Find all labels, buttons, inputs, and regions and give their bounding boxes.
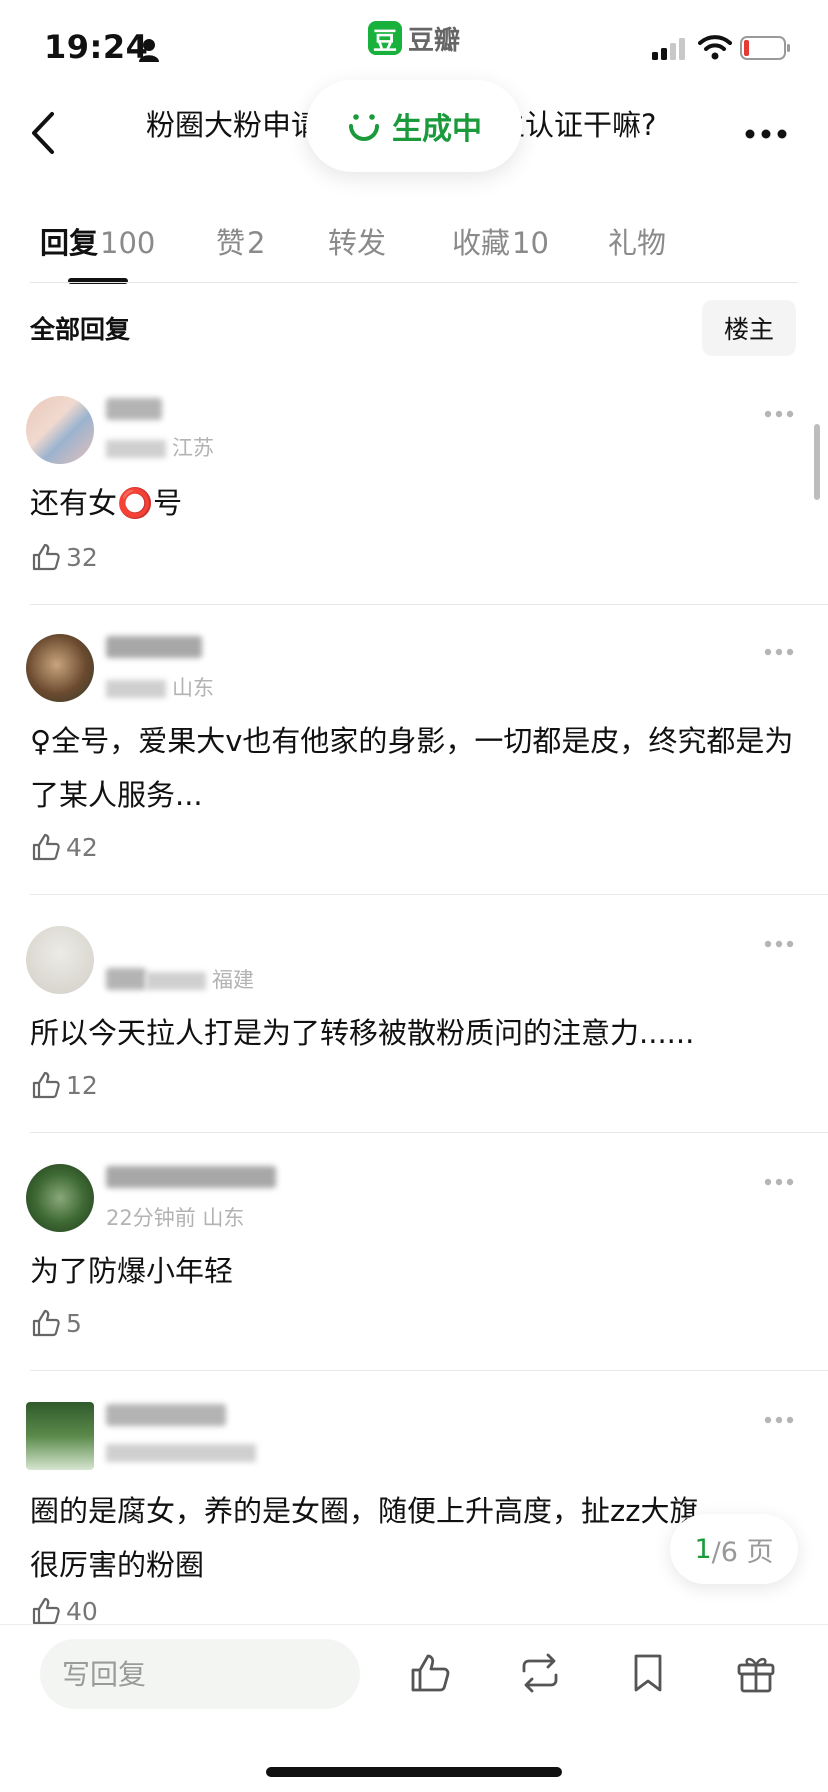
like-count: 5 [66,1308,82,1338]
like-button[interactable]: 40 [30,1594,98,1628]
avatar[interactable] [26,926,94,994]
tab-count: 2 [247,226,266,260]
more-icon[interactable] [744,128,788,140]
app-logo: 豆 [368,21,402,55]
like-button[interactable]: 5 [30,1306,82,1340]
tabs-divider [30,282,798,283]
tab-label: 礼物 [608,226,667,260]
comment-text: 圈的是腐女，养的是女圈，随便上升高度，扯zz大旗，很厉害的粉圈 [30,1494,728,1582]
total-pages: /6 页 [711,1536,774,1568]
tab-label: 赞 [216,226,246,260]
generating-label: 生成中 [392,112,482,147]
tab-count: 100 [100,226,156,260]
like-count: 32 [66,542,98,572]
tab-gifts[interactable]: 礼物 [608,220,668,262]
comment-location: 22分钟前 山东 [106,1206,245,1230]
username[interactable] [106,636,202,658]
comment-location: 江苏 [172,436,214,460]
like-count: 12 [66,1070,98,1100]
comment-divider [30,894,828,895]
person-icon [139,39,159,62]
status-bar: 19:24 豆 豆瓣 [0,0,828,90]
comment-more-icon[interactable] [764,1416,794,1424]
reply-filter-row: 全部回复 楼主 [0,296,828,360]
loading-spinner-icon [349,114,379,141]
tab-bar: 回复100 赞2 转发 收藏10 礼物 [0,214,828,284]
scrollbar[interactable] [814,424,820,500]
username[interactable] [106,1404,226,1426]
home-indicator[interactable] [266,1767,562,1777]
tab-reposts[interactable]: 转发 [328,220,388,262]
thumb-up-icon [32,1071,60,1099]
status-time: 19:24 [44,28,149,66]
username[interactable] [106,1166,276,1188]
tab-replies[interactable]: 回复100 [40,220,155,262]
op-only-button[interactable]: 楼主 [702,300,796,356]
tab-favorites[interactable]: 收藏10 [452,220,549,262]
comment-divider [30,1132,828,1133]
comment-location: 福建 [212,968,254,992]
thumb-up-icon [32,543,60,571]
username[interactable] [106,398,162,420]
avatar[interactable] [26,1164,94,1232]
thumb-up-icon [32,1597,60,1625]
comment-divider [30,1370,828,1371]
comment-more-icon[interactable] [764,410,794,418]
username[interactable] [106,968,146,990]
generating-pill[interactable]: 生成中 [306,80,522,172]
tab-label: 收藏 [452,226,511,260]
like-button[interactable]: 42 [30,830,98,864]
comment-text: 还有女⭕号 [30,486,183,520]
comment-meta: 江苏 [106,432,214,462]
wifi-icon [698,35,732,60]
tab-label: 回复 [40,226,99,260]
like-count: 42 [66,832,98,862]
avatar[interactable] [26,1402,94,1470]
gift-icon[interactable] [734,1651,778,1695]
comment-divider [30,604,828,605]
like-count: 40 [66,1596,98,1626]
all-replies-title: 全部回复 [30,315,131,344]
signal-icon [652,38,685,60]
bookmark-icon[interactable] [626,1651,670,1695]
like-button[interactable]: 32 [30,540,98,574]
battery-icon [740,36,790,60]
comment-meta: 山东 [106,672,214,702]
avatar[interactable] [26,634,94,702]
thumb-up-icon [32,833,60,861]
comment-meta: 福建 [146,964,254,994]
app-name: 豆瓣 [408,25,461,56]
page-indicator[interactable]: 1/6 页 [670,1514,798,1584]
comment-meta: 22分钟前 山东 [106,1202,244,1232]
comment-more-icon[interactable] [764,940,794,948]
current-page: 1 [694,1533,712,1565]
tab-label: 转发 [328,226,387,260]
comment-meta [106,1440,262,1464]
thumb-up-icon[interactable] [408,1651,452,1695]
comment-more-icon[interactable] [764,648,794,656]
comment-text: ♀全号，爱果大v也有他家的身影，一切都是皮，终究都是为了某人服务... [30,724,794,812]
active-tab-indicator [68,278,128,284]
post-title-left: 粉圈大粉申请 [146,108,321,142]
comment-location: 山东 [172,676,214,700]
bottom-action-bar [0,1624,828,1792]
app-badge: 豆 豆瓣 [368,20,460,56]
comment-text: 为了防爆小年轻 [30,1254,234,1288]
tab-count: 10 [512,226,549,260]
comment-text: 所以今天拉人打是为了转移被散粉质问的注意力...... [30,1016,695,1050]
comment-more-icon[interactable] [764,1178,794,1186]
avatar[interactable] [26,396,94,464]
back-icon[interactable] [28,108,58,158]
repost-icon[interactable] [518,1651,562,1695]
reply-input[interactable] [40,1639,360,1709]
like-button[interactable]: 12 [30,1068,98,1102]
thumb-up-icon [32,1309,60,1337]
tab-likes[interactable]: 赞2 [216,220,265,262]
